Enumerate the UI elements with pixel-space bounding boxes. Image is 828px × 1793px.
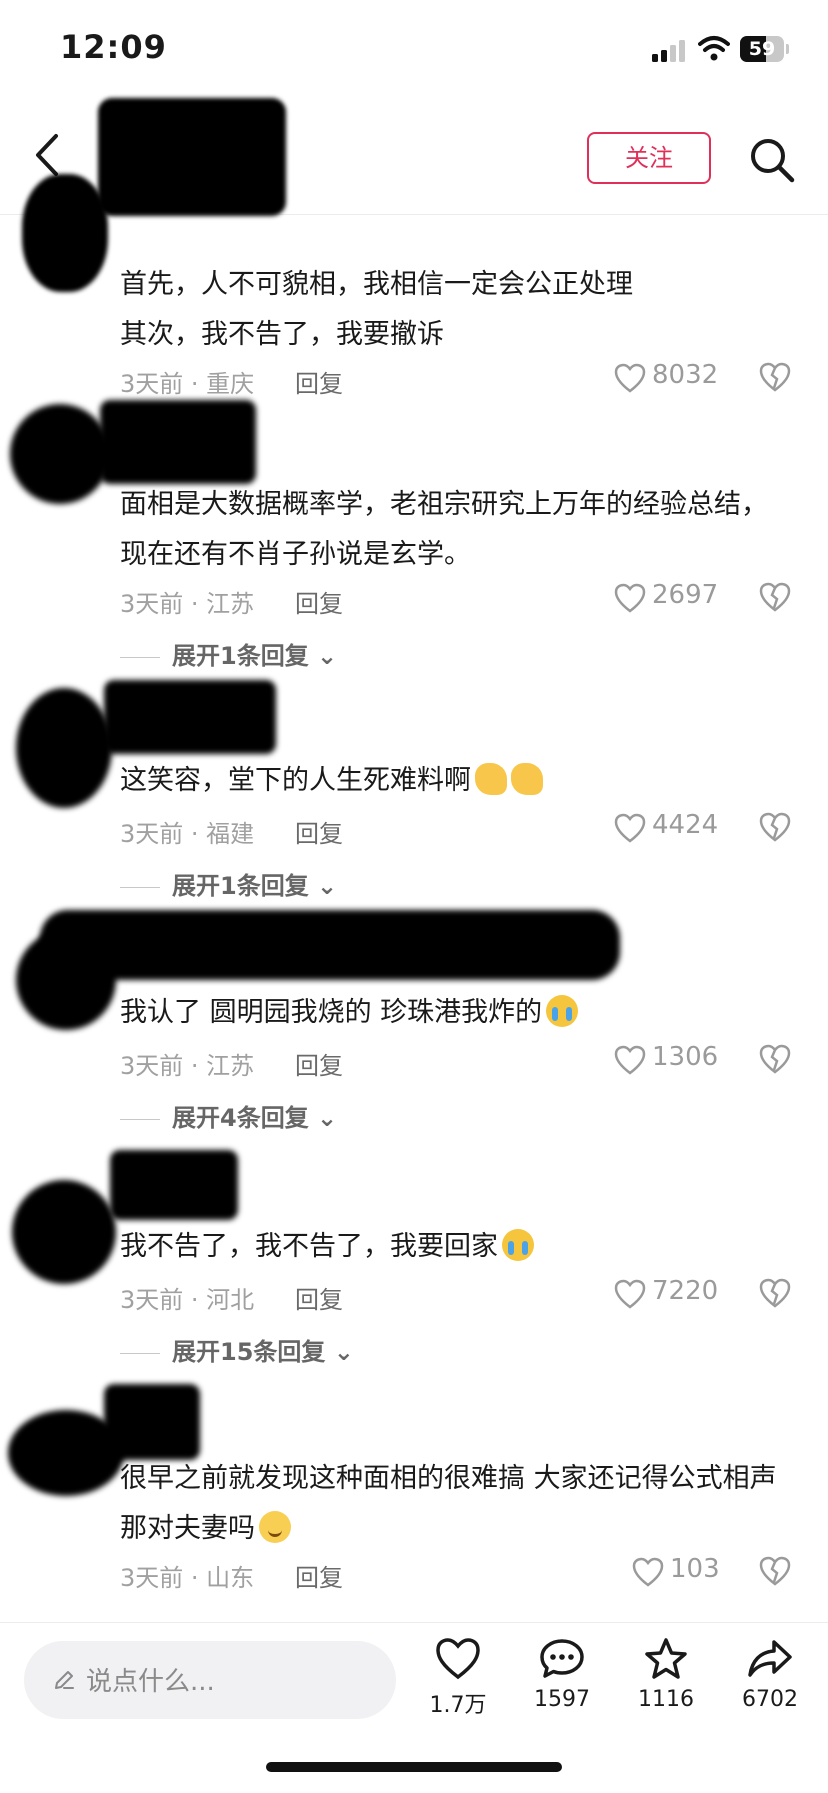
comment-item: 很早之前就发现这种面相的很难搞 大家还记得公式相声那对夫妻吗 3天前 · 山东 … — [0, 1390, 828, 1620]
broken-heart-icon[interactable] — [758, 1044, 792, 1074]
heart-icon — [436, 1638, 480, 1680]
status-bar: 12:09 59 — [0, 0, 828, 100]
comment-item: 面相是大数据概率学，老祖宗研究上万年的经验总结，现在还有不肖子孙说是玄学。 3天… — [0, 404, 828, 670]
header: 关注 — [0, 98, 828, 292]
reply-button[interactable]: 回复 — [295, 814, 343, 849]
comment-input-placeholder: 说点什么... — [86, 1667, 215, 1697]
comment-text: 面相是大数据概率学，老祖宗研究上万年的经验总结，现在还有不肖子孙说是玄学。 — [120, 489, 768, 570]
comment-meta: 3天前 · 福建 — [120, 820, 255, 848]
back-arrow-icon[interactable] — [28, 130, 68, 180]
like-count: 2697 — [652, 580, 719, 610]
favorite-action[interactable]: 1116 — [626, 1637, 706, 1712]
wifi-icon — [698, 36, 730, 61]
expand-replies-button[interactable]: 展开1条回复 ⌄ — [120, 866, 337, 901]
share-count: 6702 — [742, 1687, 798, 1712]
comment-text: 这笑容，堂下的人生死难料啊 — [120, 756, 780, 806]
broken-heart-icon[interactable] — [758, 362, 792, 392]
expand-replies-button[interactable]: 展开15条回复 ⌄ — [120, 1332, 354, 1367]
battery-level: 59 — [748, 38, 776, 60]
share-arrow-icon — [748, 1640, 792, 1677]
comment-item: 首先，人不可貌相，我相信一定会公正处理 其次，我不告了，我要撤诉 3天前 · 重… — [0, 214, 828, 404]
comment-meta: 3天前 · 江苏 — [120, 590, 255, 618]
comment-meta: 3天前 · 重庆 — [120, 370, 255, 398]
comment-text: 我不告了，我不告了，我要回家 — [120, 1222, 780, 1272]
smiling-emoji-icon — [259, 1511, 291, 1543]
reply-button[interactable]: 回复 — [295, 1046, 343, 1081]
broken-heart-icon[interactable] — [758, 1556, 792, 1586]
comment-text: 我认了 圆明园我烧的 珍珠港我炸的 — [120, 988, 780, 1038]
like-count: 8032 — [652, 360, 719, 390]
heart-icon — [614, 363, 646, 393]
reply-button[interactable]: 回复 — [295, 584, 343, 619]
comment-item: 这笑容，堂下的人生死难料啊 3天前 · 福建 回复 4424 展开1条回复 ⌄ — [0, 690, 828, 920]
heart-icon — [614, 1279, 646, 1309]
comment-count: 1597 — [534, 1687, 590, 1712]
reply-button[interactable]: 回复 — [295, 364, 343, 399]
status-time: 12:09 — [60, 28, 167, 66]
like-count: 4424 — [652, 810, 719, 840]
like-count: 7220 — [652, 1276, 719, 1306]
home-indicator[interactable] — [266, 1762, 562, 1772]
crying-emoji-icon — [502, 1229, 534, 1261]
comment-input[interactable]: 说点什么... — [24, 1641, 396, 1719]
reply-button[interactable]: 回复 — [295, 1558, 343, 1593]
heart-icon — [614, 583, 646, 613]
comment-item: 我不告了，我不告了，我要回家 3天前 · 河北 回复 7220 展开15条回复 … — [0, 1150, 828, 1390]
like-count: 103 — [670, 1554, 720, 1584]
comment-text: 首先，人不可貌相，我相信一定会公正处理 其次，我不告了，我要撤诉 — [120, 269, 633, 350]
expand-replies-button[interactable]: 展开1条回复 ⌄ — [120, 636, 337, 671]
clapping-emoji-icon — [511, 763, 543, 795]
heart-icon — [614, 1045, 646, 1075]
heart-icon — [632, 1557, 664, 1587]
like-count: 1.7万 — [429, 1693, 487, 1718]
share-action[interactable]: 6702 — [730, 1637, 810, 1712]
comment-text: 很早之前就发现这种面相的很难搞 大家还记得公式相声那对夫妻吗 — [120, 1463, 777, 1544]
search-icon[interactable] — [748, 136, 796, 184]
comment-item: 我认了 圆明园我烧的 珍珠港我炸的 3天前 · 江苏 回复 1306 展开4条回… — [0, 920, 828, 1150]
heart-icon — [614, 813, 646, 843]
battery-icon: 59 — [740, 36, 789, 62]
crying-emoji-icon — [546, 995, 579, 1027]
reply-button[interactable]: 回复 — [295, 1280, 343, 1315]
comment-meta: 3天前 · 河北 — [120, 1286, 255, 1314]
pencil-icon — [55, 1671, 74, 1689]
broken-heart-icon[interactable] — [758, 812, 792, 842]
favorite-count: 1116 — [638, 1687, 694, 1712]
like-count: 1306 — [652, 1042, 719, 1072]
comment-action[interactable]: 1597 — [522, 1637, 602, 1712]
star-icon — [645, 1638, 687, 1679]
expand-replies-button[interactable]: 展开4条回复 ⌄ — [120, 1098, 337, 1133]
comment-bubble-icon — [540, 1639, 584, 1678]
cellular-signal-icon — [652, 40, 685, 62]
redacted-profile — [98, 98, 286, 216]
clapping-emoji-icon — [475, 763, 507, 795]
comment-meta: 3天前 · 江苏 — [120, 1052, 255, 1080]
like-action[interactable]: 1.7万 — [418, 1637, 498, 1719]
comment-meta: 3天前 · 山东 — [120, 1564, 255, 1592]
broken-heart-icon[interactable] — [758, 1278, 792, 1308]
broken-heart-icon[interactable] — [758, 582, 792, 612]
follow-button[interactable]: 关注 — [587, 132, 711, 184]
